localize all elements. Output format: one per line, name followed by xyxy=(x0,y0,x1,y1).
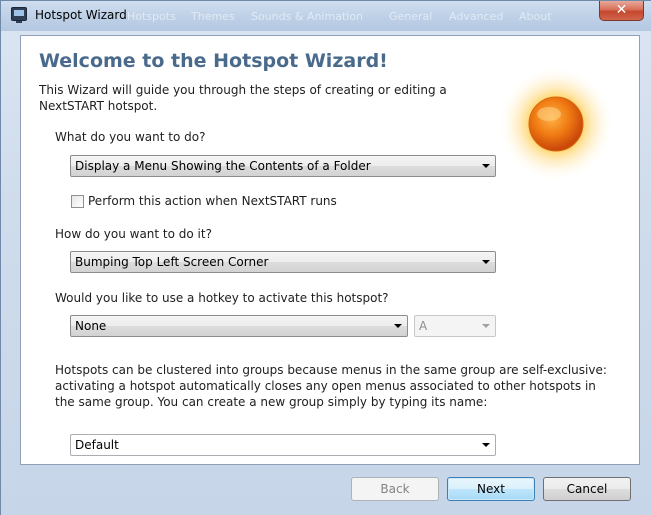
background-tab-themes: Themes xyxy=(191,10,235,23)
hotkey-modifier-value: None xyxy=(75,319,107,333)
group-combobox[interactable]: Default xyxy=(70,434,496,456)
hotkey-label: Would you like to use a hotkey to activa… xyxy=(55,291,389,305)
chevron-down-icon xyxy=(482,164,490,168)
page-title: Welcome to the Hotspot Wizard! xyxy=(39,50,388,72)
groups-description: Hotspots can be clustered into groups be… xyxy=(55,363,607,409)
chevron-down-icon xyxy=(394,324,402,328)
method-dropdown[interactable]: Bumping Top Left Screen Corner xyxy=(70,251,496,273)
hotkey-modifier-dropdown[interactable]: None xyxy=(70,315,408,337)
wizard-panel: Welcome to the Hotspot Wizard! This Wiza… xyxy=(20,35,640,465)
chevron-down-icon xyxy=(482,260,490,264)
title-bar[interactable]: Hotspot Wizard Hotspots Themes Sounds & … xyxy=(1,1,651,31)
run-on-start-checkbox[interactable] xyxy=(71,195,84,208)
cancel-button[interactable]: Cancel xyxy=(543,477,631,501)
sun-icon xyxy=(498,66,614,182)
back-button[interactable]: Back xyxy=(351,477,439,501)
next-button[interactable]: Next xyxy=(447,477,535,501)
action-dropdown[interactable]: Display a Menu Showing the Contents of a… xyxy=(70,155,496,177)
background-tab-advanced: Advanced xyxy=(449,10,504,23)
background-tab-hotspots: Hotspots xyxy=(127,10,176,23)
monitor-icon xyxy=(11,7,27,23)
intro-text: This Wizard will guide you through the s… xyxy=(39,83,447,113)
window-title: Hotspot Wizard xyxy=(35,8,127,22)
close-button[interactable]: ✕ xyxy=(599,1,644,21)
chevron-down-icon xyxy=(482,324,490,328)
action-label: What do you want to do? xyxy=(55,130,206,144)
background-tab-general: General xyxy=(389,10,433,23)
background-tab-about: About xyxy=(519,10,552,23)
method-dropdown-value: Bumping Top Left Screen Corner xyxy=(75,255,269,269)
background-tab-sounds: Sounds & Animation xyxy=(251,10,364,23)
group-combobox-value[interactable]: Default xyxy=(75,438,119,452)
run-on-start-label[interactable]: Perform this action when NextSTART runs xyxy=(88,194,337,208)
hotspot-wizard-window: Hotspot Wizard Hotspots Themes Sounds & … xyxy=(0,0,651,515)
hotkey-key-dropdown[interactable]: A xyxy=(414,315,496,337)
action-dropdown-value: Display a Menu Showing the Contents of a… xyxy=(75,159,371,173)
hotkey-key-value: A xyxy=(419,319,428,333)
method-label: How do you want to do it? xyxy=(55,227,212,241)
chevron-down-icon xyxy=(482,443,490,447)
